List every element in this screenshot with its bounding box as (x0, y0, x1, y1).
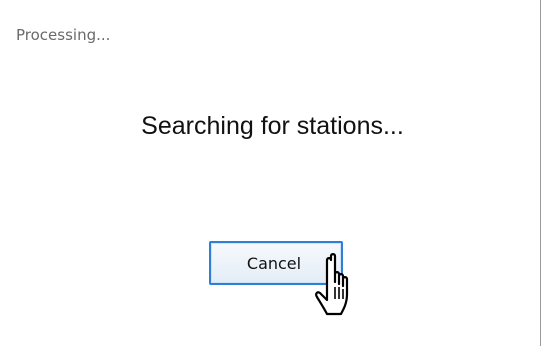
hand-pointer-icon (315, 253, 349, 316)
status-message: Searching for stations... (141, 112, 404, 140)
processing-dialog: Processing... Searching for stations... … (0, 0, 541, 346)
dialog-title: Processing... (16, 26, 111, 44)
cancel-button-label: Cancel (246, 253, 302, 273)
